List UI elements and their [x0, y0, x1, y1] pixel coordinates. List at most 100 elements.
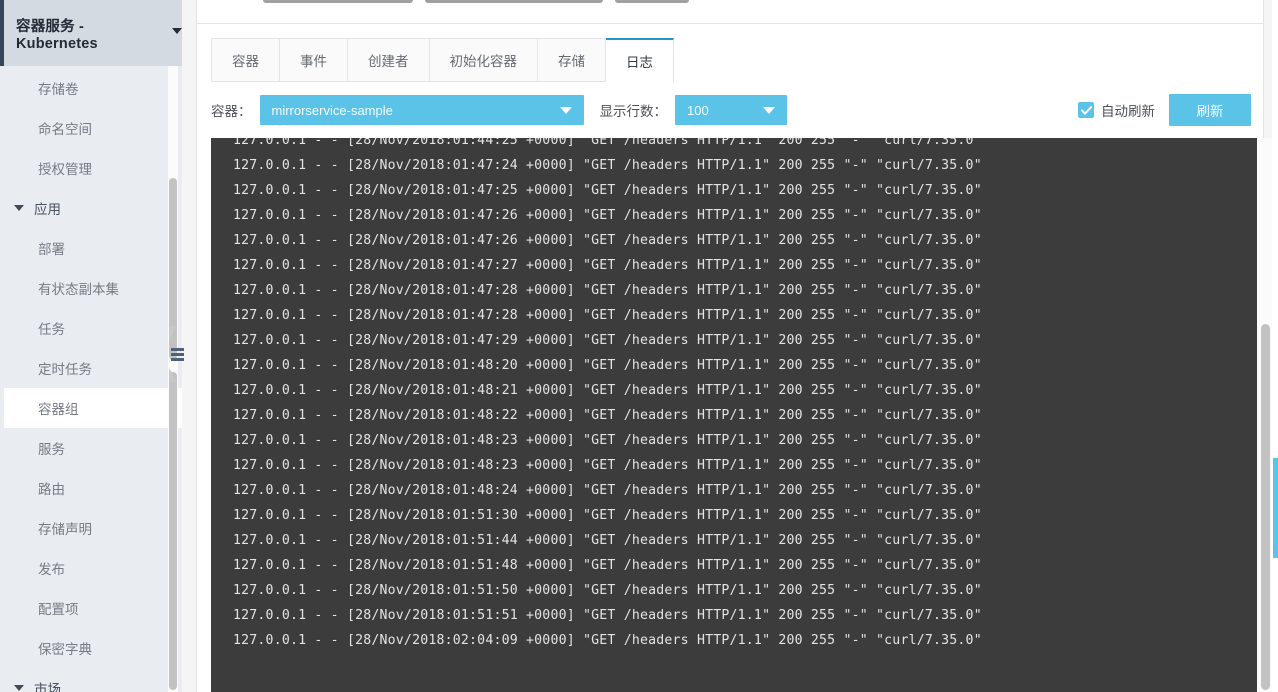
log-line: 127.0.0.1 - - [28/Nov/2018:01:47:27 +000…: [233, 253, 1257, 278]
sidebar-item-11[interactable]: 存储声明: [0, 508, 182, 548]
line-count-value: 100: [687, 103, 709, 118]
log-line: 127.0.0.1 - - [28/Nov/2018:01:48:23 +000…: [233, 428, 1257, 453]
sidebar-item-label: 有状态副本集: [38, 278, 119, 298]
refresh-button[interactable]: 刷新: [1169, 94, 1251, 126]
log-line: 127.0.0.1 - - [28/Nov/2018:01:51:30 +000…: [233, 503, 1257, 528]
log-lines-container: 127.0.0.1 - - [28/Nov/2018:01:44:25 +000…: [211, 138, 1257, 653]
tab-label: 初始化容器: [450, 50, 518, 70]
tab-init-containers[interactable]: 初始化容器: [430, 38, 539, 82]
sidebar-item-label: 应用: [34, 198, 61, 218]
sidebar-item-1[interactable]: 命名空间: [0, 108, 182, 148]
page-scrollbar-thumb[interactable]: [1273, 458, 1278, 558]
chevron-down-icon: [763, 107, 775, 114]
sidebar-nav: 存储卷命名空间授权管理应用部署有状态副本集任务定时任务容器组服务路由存储声明发布…: [0, 66, 182, 692]
sidebar-item-10[interactable]: 路由: [0, 468, 182, 508]
sidebar-item-14[interactable]: 保密字典: [0, 628, 182, 668]
sidebar-item-3[interactable]: 应用: [0, 188, 182, 228]
tab-containers[interactable]: 容器: [211, 38, 280, 82]
sidebar-item-label: 服务: [38, 438, 65, 458]
log-line: 127.0.0.1 - - [28/Nov/2018:01:47:24 +000…: [233, 153, 1257, 178]
tab-events[interactable]: 事件: [280, 38, 348, 82]
top-button-1[interactable]: [263, 0, 413, 3]
log-line: 127.0.0.1 - - [28/Nov/2018:01:48:20 +000…: [233, 353, 1257, 378]
log-line: 127.0.0.1 - - [28/Nov/2018:01:51:51 +000…: [233, 603, 1257, 628]
checkmark-icon: [1078, 102, 1094, 118]
sidebar-item-4[interactable]: 部署: [0, 228, 182, 268]
tab-label: 事件: [300, 50, 327, 70]
sidebar-item-label: 容器组: [38, 398, 79, 418]
log-line: 127.0.0.1 - - [28/Nov/2018:01:47:29 +000…: [233, 328, 1257, 353]
sidebar-item-label: 路由: [38, 478, 65, 498]
log-console[interactable]: 127.0.0.1 - - [28/Nov/2018:01:44:25 +000…: [211, 138, 1273, 692]
chevron-down-icon: [560, 107, 572, 114]
collapse-handle-top-wedge: [169, 326, 177, 340]
console-scrollbar-thumb[interactable]: [1261, 324, 1270, 690]
sidebar-item-label: 存储卷: [38, 78, 79, 98]
top-button-3[interactable]: [615, 0, 689, 3]
sidebar-item-label: 保密字典: [38, 638, 92, 658]
tab-creator[interactable]: 创建者: [348, 38, 430, 82]
chevron-down-icon: [14, 685, 24, 691]
log-line: 127.0.0.1 - - [28/Nov/2018:01:47:28 +000…: [233, 303, 1257, 328]
log-line: 127.0.0.1 - - [28/Nov/2018:01:51:48 +000…: [233, 553, 1257, 578]
collapse-bar-bottom: [171, 358, 184, 361]
sidebar-item-0[interactable]: 存储卷: [0, 68, 182, 108]
sidebar-item-7[interactable]: 定时任务: [0, 348, 182, 388]
log-line: 127.0.0.1 - - [28/Nov/2018:01:51:44 +000…: [233, 528, 1257, 553]
line-count-label: 显示行数：: [600, 100, 668, 120]
sidebar-left-bar: [0, 66, 4, 692]
sidebar-item-label: 发布: [38, 558, 65, 578]
top-partial-card: [196, 0, 1264, 24]
log-line: 127.0.0.1 - - [28/Nov/2018:01:47:25 +000…: [233, 178, 1257, 203]
log-line: 127.0.0.1 - - [28/Nov/2018:01:48:22 +000…: [233, 403, 1257, 428]
log-line: 127.0.0.1 - - [28/Nov/2018:02:04:09 +000…: [233, 628, 1257, 653]
log-line: 127.0.0.1 - - [28/Nov/2018:01:51:50 +000…: [233, 578, 1257, 603]
sidebar: 容器服务 - Kubernetes 存储卷命名空间授权管理应用部署有状态副本集任…: [0, 0, 182, 692]
log-line: 127.0.0.1 - - [28/Nov/2018:01:47:28 +000…: [233, 278, 1257, 303]
sidebar-item-6[interactable]: 任务: [0, 308, 182, 348]
sidebar-header[interactable]: 容器服务 - Kubernetes: [0, 0, 182, 66]
auto-refresh-label: 自动刷新: [1101, 100, 1155, 120]
tab-storage[interactable]: 存储: [538, 38, 606, 82]
product-title: 容器服务 - Kubernetes: [16, 15, 165, 52]
sidebar-item-label: 定时任务: [38, 358, 92, 378]
log-line: 127.0.0.1 - - [28/Nov/2018:01:47:26 +000…: [233, 228, 1257, 253]
log-line: 127.0.0.1 - - [28/Nov/2018:01:48:21 +000…: [233, 378, 1257, 403]
page-root: 容器 事件 创建者 初始化容器 存储 日志: [0, 0, 1278, 692]
log-toolbar: 容器： mirrorservice-sample 显示行数： 100: [197, 84, 1265, 136]
detail-panel: 容器 事件 创建者 初始化容器 存储 日志: [196, 24, 1264, 692]
log-line: 127.0.0.1 - - [28/Nov/2018:01:48:24 +000…: [233, 478, 1257, 503]
sidebar-item-12[interactable]: 发布: [0, 548, 182, 588]
sidebar-left-accent-bar: [0, 0, 4, 66]
chevron-down-icon: [14, 205, 24, 211]
collapse-handle-bottom-wedge: [169, 368, 177, 382]
line-count-select[interactable]: 100: [675, 95, 787, 125]
console-scrollbar-track[interactable]: [1257, 138, 1273, 692]
page-scrollbar-track[interactable]: [1272, 0, 1278, 692]
sidebar-item-13[interactable]: 配置项: [0, 588, 182, 628]
tab-label: 存储: [558, 50, 585, 70]
tab-logs[interactable]: 日志: [606, 38, 674, 83]
tab-label: 日志: [626, 51, 653, 71]
sidebar-item-label: 命名空间: [38, 118, 92, 138]
sidebar-item-5[interactable]: 有状态副本集: [0, 268, 182, 308]
collapse-bar-top: [171, 348, 184, 351]
sidebar-item-label: 部署: [38, 238, 65, 258]
sidebar-item-2[interactable]: 授权管理: [0, 148, 182, 188]
tab-label: 容器: [232, 50, 259, 70]
sidebar-collapse-handle[interactable]: [169, 340, 185, 368]
sidebar-item-15[interactable]: 市场: [0, 668, 182, 692]
container-select-label: 容器：: [211, 100, 252, 120]
sidebar-item-label: 任务: [38, 318, 65, 338]
container-select[interactable]: mirrorservice-sample: [260, 95, 584, 125]
main-content: 容器 事件 创建者 初始化容器 存储 日志: [182, 0, 1278, 692]
tab-label: 创建者: [368, 50, 409, 70]
sidebar-item-label: 配置项: [38, 598, 79, 618]
auto-refresh-checkbox[interactable]: 自动刷新: [1078, 100, 1155, 120]
sidebar-item-8[interactable]: 容器组: [0, 388, 182, 428]
sidebar-item-label: 存储声明: [38, 518, 92, 538]
sidebar-item-9[interactable]: 服务: [0, 428, 182, 468]
top-button-2[interactable]: [425, 0, 603, 3]
log-line: 127.0.0.1 - - [28/Nov/2018:01:44:25 +000…: [233, 138, 1257, 153]
sidebar-scrollbar-thumb-lower[interactable]: [169, 372, 177, 690]
